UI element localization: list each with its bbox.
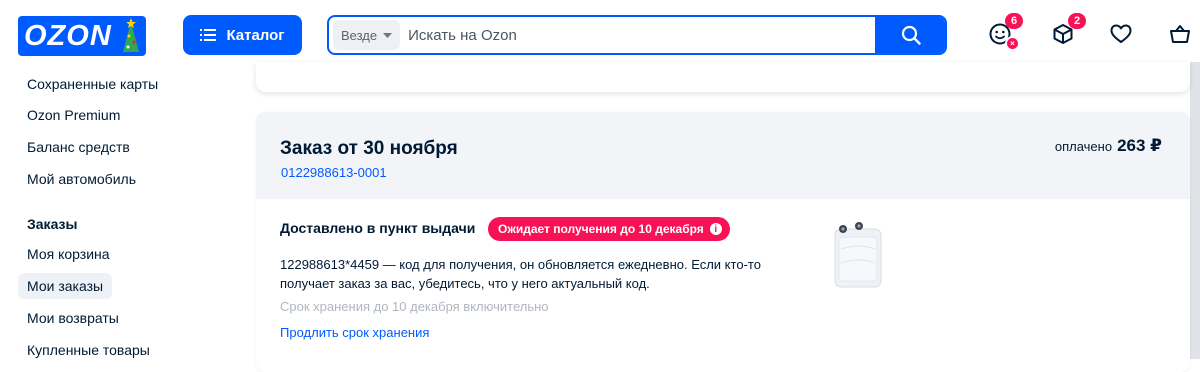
sidebar-item-balance[interactable]: Баланс средств	[18, 134, 139, 160]
profile-alert-icon: ×	[1005, 36, 1020, 51]
search-scope-select[interactable]: Везде	[333, 20, 401, 50]
info-icon: i	[709, 223, 722, 235]
sidebar-item-label: Ozon Premium	[27, 107, 121, 123]
menu-icon	[200, 29, 217, 41]
order-paid: оплачено 263 ₽	[1055, 136, 1162, 156]
status-badge[interactable]: Ожидает получения до 10 декабря i	[488, 217, 730, 241]
orders-button[interactable]: 2	[1049, 13, 1086, 48]
paid-label: оплачено	[1054, 139, 1113, 154]
ozon-logo[interactable]: OZON	[18, 16, 146, 56]
order-card: Заказ от 30 ноября 0122988613-0001 оплач…	[256, 112, 1190, 372]
cart-icon	[1170, 25, 1190, 43]
profile-badge: 6	[1005, 13, 1023, 29]
sidebar-item-ozon-premium[interactable]: Ozon Premium	[18, 102, 129, 128]
search-button[interactable]	[875, 17, 945, 53]
sidebar-item-label: Мои заказы	[27, 278, 104, 294]
logo-text: OZON	[24, 19, 112, 52]
sidebar-item-my-car[interactable]: Мой автомобиль	[18, 166, 145, 192]
status-badge-label: Ожидает получения до 10 декабря	[498, 222, 704, 236]
sidebar-item-purchased[interactable]: Купленные товары	[18, 337, 159, 363]
sidebar-item-my-orders[interactable]: Мои заказы	[18, 273, 113, 299]
sidebar-item-label: Сохраненные карты	[27, 76, 159, 92]
sidebar-item-label: Моя корзина	[27, 246, 110, 262]
orders-badge: 2	[1068, 13, 1086, 29]
previous-order-card	[256, 62, 1190, 92]
sidebar-item-saved-cards[interactable]: Сохраненные карты	[18, 71, 167, 97]
favorites-button[interactable]	[1107, 20, 1135, 48]
paid-amount: 263 ₽	[1117, 136, 1162, 155]
catalog-button[interactable]: Каталог	[183, 15, 302, 55]
storage-period-text: Срок хранения до 10 декабря включительно	[280, 299, 549, 314]
chevron-down-icon	[383, 32, 393, 38]
catalog-label: Каталог	[226, 26, 285, 44]
search-input[interactable]	[400, 25, 875, 45]
sidebar-section-orders: Заказы	[27, 216, 78, 232]
search-scope-label: Везде	[341, 27, 378, 43]
scroll-edge	[1190, 62, 1200, 359]
christmas-tree-icon	[123, 18, 139, 52]
sidebar: Сохраненные карты Ozon Premium Баланс ср…	[0, 70, 230, 359]
order-title[interactable]: Заказ от 30 ноября	[280, 138, 458, 160]
search-icon	[901, 25, 921, 45]
sidebar-item-my-returns[interactable]: Мои возвраты	[18, 305, 128, 331]
product-image[interactable]	[829, 219, 889, 291]
delivery-status: Доставлено в пункт выдачи	[280, 220, 476, 236]
sidebar-item-label: Мой автомобиль	[27, 171, 136, 187]
pickup-code-text: 122988613*4459 — код для получения, он о…	[280, 257, 761, 291]
order-number-link[interactable]: 0122988613-0001	[281, 165, 387, 180]
sidebar-item-label: Мои возвраты	[27, 310, 119, 326]
profile-button[interactable]: 6 ×	[986, 13, 1023, 51]
heart-icon	[1110, 24, 1132, 43]
search-bar: Везде	[327, 15, 947, 55]
sidebar-item-label: Баланс средств	[27, 139, 130, 155]
shipment-section: Доставлено в пункт выдачи Ожидает получе…	[256, 199, 1190, 372]
sidebar-item-label: Купленные товары	[27, 342, 150, 358]
header: OZON Каталог Везде Искать на Ozon 6 × 2	[0, 0, 1200, 70]
sidebar-item-my-cart[interactable]: Моя корзина	[18, 241, 119, 267]
cart-button[interactable]	[1166, 20, 1194, 48]
extend-storage-link[interactable]: Продлить срок хранения	[280, 325, 429, 340]
